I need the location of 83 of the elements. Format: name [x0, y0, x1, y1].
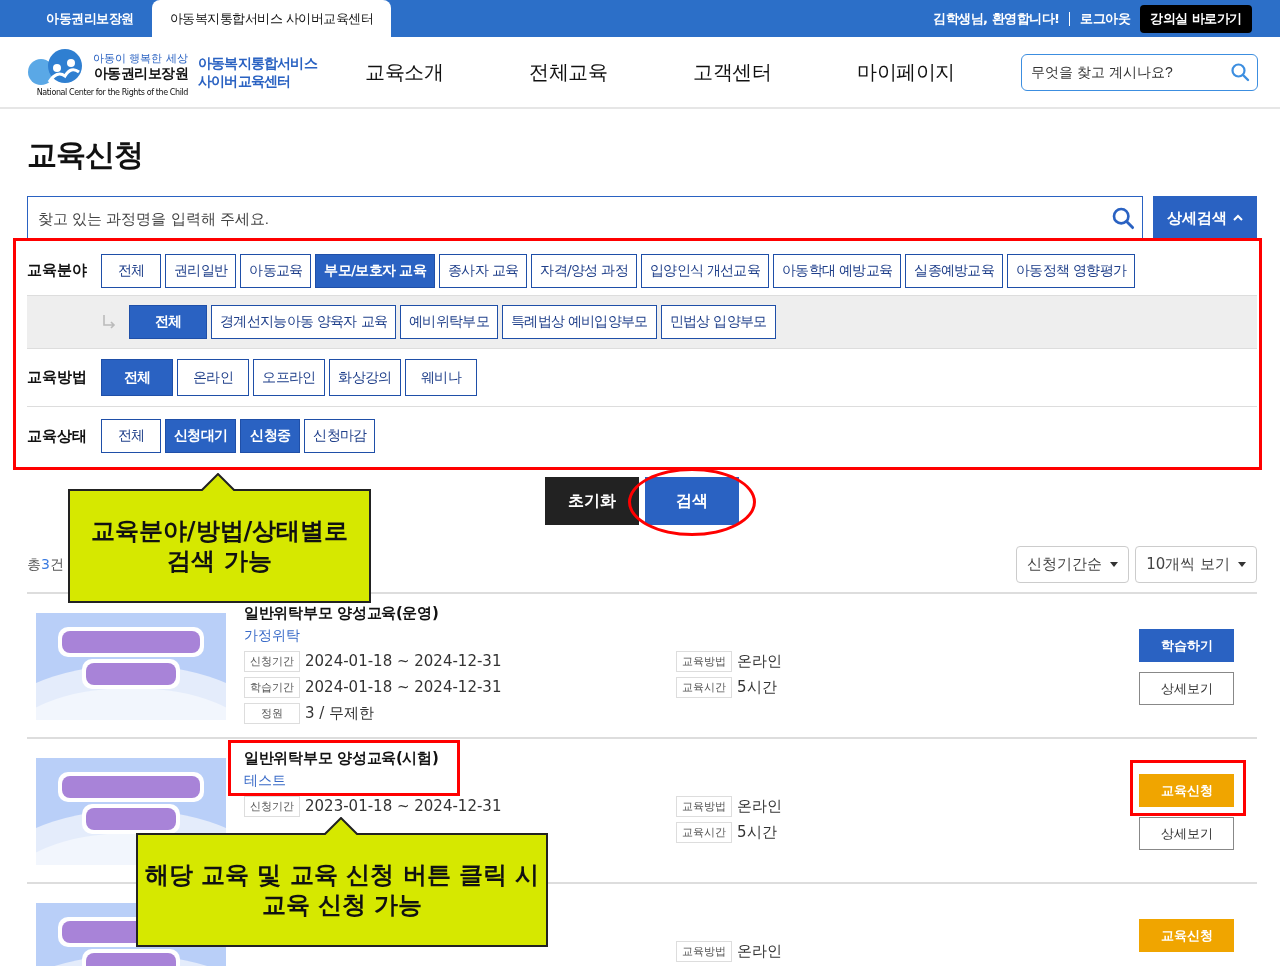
site-search-field[interactable]: 무엇을 찾고 계시나요?	[1021, 53, 1258, 91]
caret-icon	[1110, 562, 1119, 567]
detail-button[interactable]: 상세보기	[1139, 672, 1234, 705]
filter-option[interactable]: 신청대기	[165, 419, 237, 453]
meta-label: 학습기간	[244, 676, 300, 698]
page-title: 교육신청	[27, 136, 144, 174]
detail-search-button[interactable]: 상세검색	[1153, 196, 1257, 240]
meta-label: 교육방법	[676, 650, 732, 672]
classroom-button[interactable]: 강의실 바로가기	[1140, 4, 1252, 33]
filter-label: 교육방법	[27, 368, 88, 387]
meta-value: 3 / 무제한	[305, 703, 375, 723]
filter-option[interactable]: 오프라인	[253, 359, 325, 396]
logout-link[interactable]: 로그아웃	[1080, 9, 1131, 28]
filter-option[interactable]: 경계선지능아동 양육자 교육	[211, 305, 397, 339]
course-search-field[interactable]: 찾고 있는 과정명을 입력해 주세요.	[27, 196, 1143, 240]
meta-label: 신청기간	[244, 650, 300, 672]
filter-option[interactable]: 아동학대 예방교육	[773, 253, 902, 288]
meta-label: 정원	[244, 702, 300, 724]
course-category: 테스트	[244, 772, 287, 790]
logo-english-name: National Center for the Rights of the Child	[36, 87, 188, 97]
search-icon[interactable]	[1111, 206, 1135, 230]
meta-label: 신청기간	[244, 795, 300, 817]
meta-value: 5시간	[737, 677, 777, 697]
meta-value: 2023-01-18 ~ 2024-12-31	[305, 797, 502, 815]
learn-button[interactable]: 학습하기	[1139, 629, 1234, 662]
filter-option[interactable]: 아동교육	[240, 253, 312, 288]
filter-option[interactable]: 실종예방교육	[905, 253, 1004, 288]
filter-option[interactable]: 화상강의	[329, 359, 401, 396]
service-name: 아동복지통합서비스	[198, 54, 317, 72]
site-tab[interactable]: 아동권리보장원	[28, 0, 152, 37]
site-tab[interactable]: 아동복지통합서비스 사이버교육센터	[151, 0, 392, 37]
filter-option[interactable]: 신청마감	[304, 419, 376, 453]
filter-option[interactable]: 민법상 입양부모	[660, 305, 776, 339]
filter-option[interactable]: 웨비나	[405, 359, 477, 396]
meta-value: 2024-01-18 ~ 2024-12-31	[305, 678, 502, 696]
filter-label: 교육분야	[27, 261, 88, 280]
filter-option[interactable]: 온라인	[177, 359, 249, 396]
filter-option[interactable]: 전체	[101, 253, 161, 288]
meta-value: 온라인	[737, 941, 782, 961]
total-count: 총3건	[27, 555, 64, 574]
service-name: 사이버교육센터	[198, 72, 292, 90]
nav-item[interactable]: 전체교육	[529, 58, 694, 86]
nav-item[interactable]: 고객센터	[693, 58, 858, 86]
chevron-icon	[1233, 214, 1243, 222]
filter-option[interactable]: 입양인식 개선교육	[640, 253, 770, 288]
meta-label: 교육방법	[676, 940, 732, 962]
meta-value: 온라인	[737, 796, 782, 816]
search-icon[interactable]	[1230, 62, 1250, 82]
filter-option[interactable]: 전체	[101, 359, 173, 396]
filter-option[interactable]: 부모/보호자 교육	[315, 253, 436, 288]
filter-option[interactable]: 전체	[129, 305, 207, 339]
meta-label: 교육방법	[676, 795, 732, 817]
callout-text: 교육분야/방법/상태별로 검색 가능	[90, 516, 349, 576]
greeting-text: 김학생님, 환영합니다!	[933, 9, 1060, 28]
meta-value: 온라인	[737, 651, 782, 671]
caret-icon	[1238, 562, 1246, 567]
course-title[interactable]: 일반위탁부모 양성교육(시험)	[244, 749, 1139, 769]
nav-item[interactable]: 마이페이지	[857, 58, 1022, 86]
meta-label: 교육시간	[676, 676, 732, 698]
sort-dropdown[interactable]: 신청기간순	[1016, 546, 1130, 583]
filter-option[interactable]: 권리일반	[165, 253, 237, 288]
filter-option[interactable]: 예비위탁부모	[400, 305, 498, 339]
filter-label: 교육상태	[27, 426, 88, 446]
sort-dropdown[interactable]: 10개씩 보기	[1135, 546, 1257, 583]
meta-label: 교육시간	[676, 821, 732, 843]
logo-slogan: 아동이 행복한 세상	[93, 53, 188, 65]
course-category: 가정위탁	[244, 627, 301, 645]
meta-value: 2024-01-18 ~ 2024-12-31	[305, 652, 502, 670]
filter-option[interactable]: 아동정책 영향평가	[1007, 253, 1136, 288]
filter-option[interactable]: 종사자 교육	[439, 253, 528, 288]
filter-option[interactable]: 특례법상 예비입양부모	[501, 305, 657, 339]
filter-option[interactable]: 자격/양성 과정	[531, 253, 637, 288]
reset-button[interactable]: 초기화	[545, 477, 639, 525]
meta-value: 5시간	[737, 822, 777, 842]
filter-option[interactable]: 신청중	[240, 419, 301, 453]
logo-org-name: 아동권리보장원	[93, 65, 188, 82]
filter-option[interactable]: 전체	[101, 419, 161, 453]
sub-arrow-icon	[101, 314, 117, 330]
callout-text: 해당 교육 및 교육 신청 버튼 클릭 시 교육 신청 가능	[144, 860, 540, 920]
search-button[interactable]: 검색	[645, 477, 739, 525]
course-title[interactable]: 일반위탁부모 양성교육(운영)	[244, 604, 1139, 624]
nav-item[interactable]: 교육소개	[365, 58, 530, 86]
detail-button[interactable]: 상세보기	[1139, 817, 1234, 850]
